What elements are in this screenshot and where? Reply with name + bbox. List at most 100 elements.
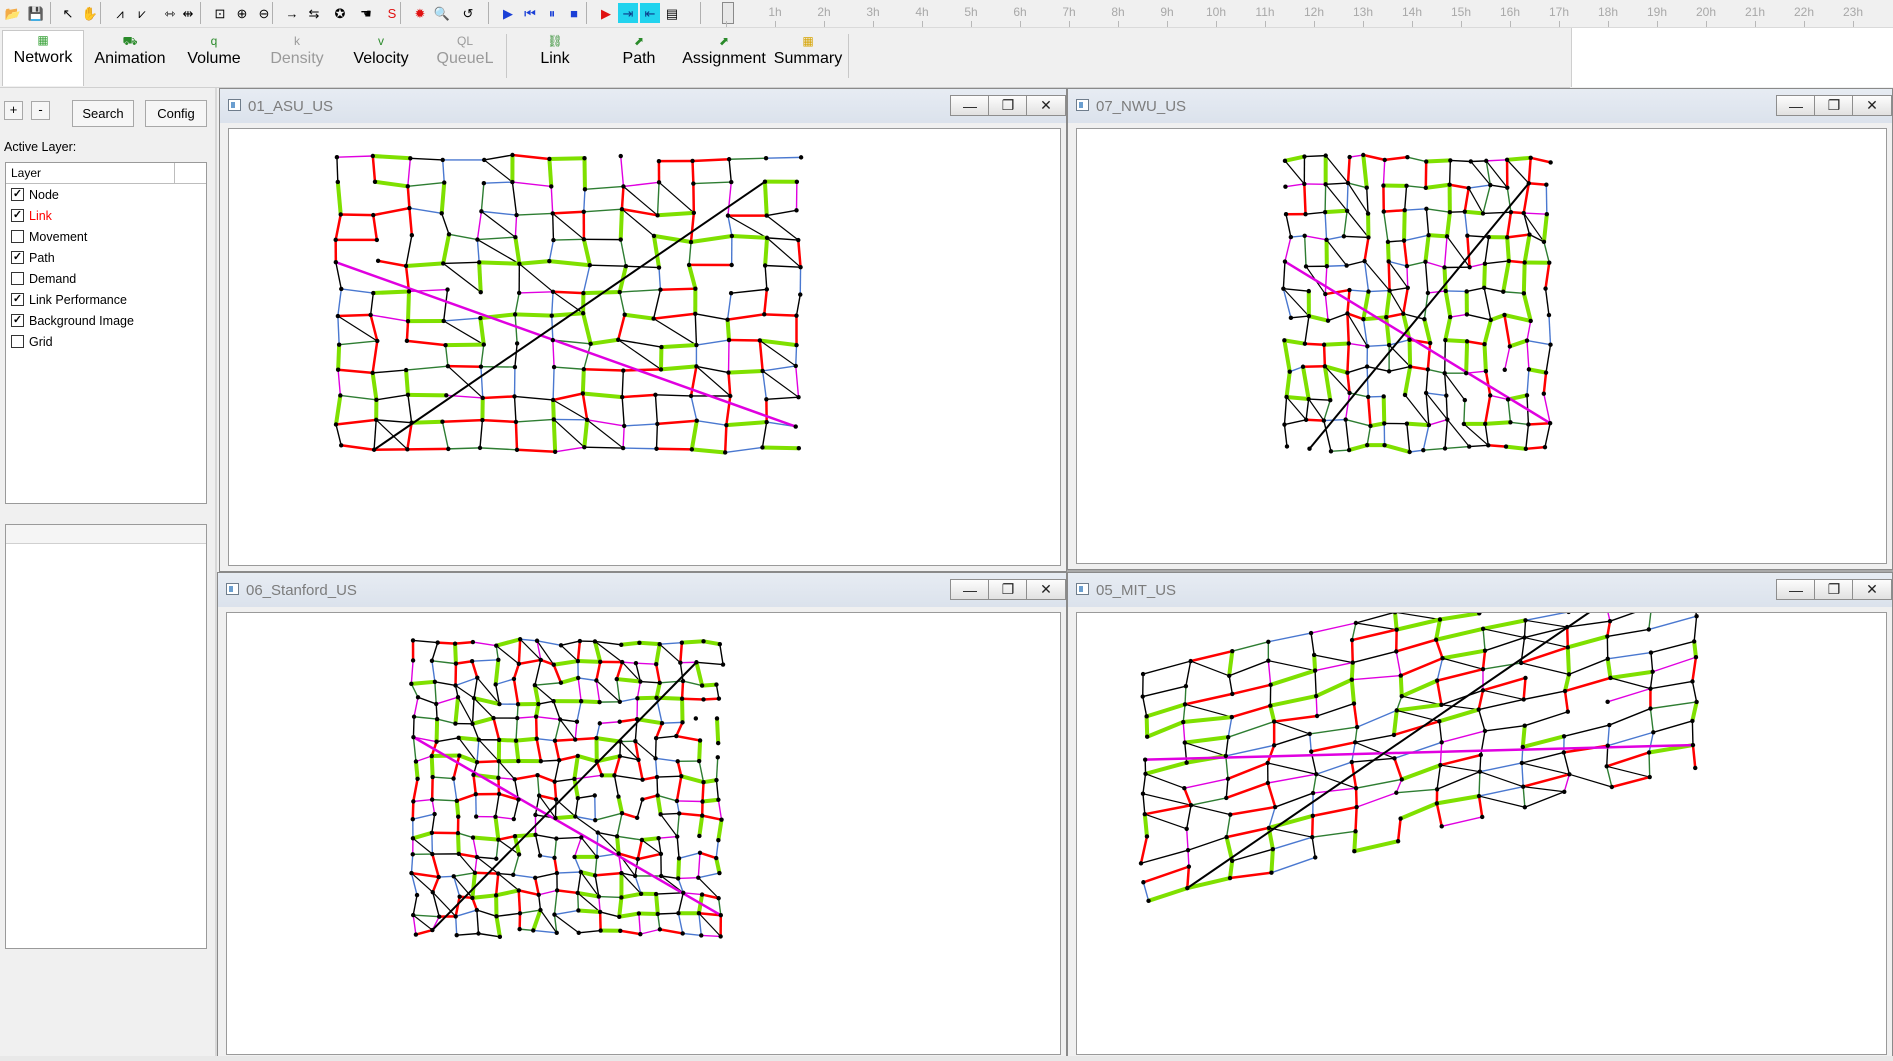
network-node[interactable] <box>1283 212 1289 217</box>
network-link[interactable] <box>1463 187 1470 212</box>
network-link[interactable] <box>336 155 373 158</box>
network-link[interactable] <box>1190 660 1230 677</box>
network-link[interactable] <box>455 659 473 665</box>
network-link[interactable] <box>535 834 557 840</box>
network-node[interactable] <box>764 419 769 425</box>
network-link[interactable] <box>480 366 484 399</box>
network-link[interactable] <box>1569 773 1613 788</box>
timeline-thumb[interactable] <box>722 2 734 24</box>
network-link[interactable] <box>1450 313 1467 318</box>
network-link[interactable] <box>717 898 722 916</box>
network-link[interactable] <box>1463 400 1466 424</box>
network-link[interactable] <box>1436 667 1484 682</box>
network-link[interactable] <box>763 289 769 315</box>
network-node[interactable] <box>1607 722 1612 728</box>
network-node[interactable] <box>1361 317 1366 322</box>
network-link[interactable] <box>474 856 478 873</box>
network-node[interactable] <box>1284 394 1289 400</box>
network-link[interactable] <box>1350 640 1354 663</box>
network-link[interactable] <box>621 891 642 900</box>
network-node[interactable] <box>1288 234 1294 240</box>
network-node[interactable] <box>494 643 499 648</box>
network-link[interactable] <box>623 181 660 188</box>
network-link[interactable] <box>577 677 582 702</box>
network-node[interactable] <box>1229 714 1234 720</box>
network-node[interactable] <box>440 157 445 163</box>
network-node[interactable] <box>638 931 643 937</box>
network-node[interactable] <box>551 698 556 704</box>
network-link[interactable] <box>516 448 556 454</box>
network-node[interactable] <box>1521 291 1527 296</box>
network-link[interactable] <box>1388 365 1411 373</box>
network-link[interactable] <box>1440 753 1482 767</box>
network-node[interactable] <box>1307 731 1312 737</box>
network-node[interactable] <box>552 855 557 861</box>
network-node[interactable] <box>1185 885 1190 891</box>
network-node[interactable] <box>496 657 501 663</box>
network-node[interactable] <box>619 206 625 212</box>
network-node[interactable] <box>1482 728 1488 734</box>
network-link[interactable] <box>1440 764 1480 773</box>
network-link[interactable] <box>432 798 457 802</box>
network-link[interactable] <box>514 292 520 315</box>
network-link[interactable] <box>1436 658 1444 681</box>
network-link[interactable] <box>1468 184 1491 189</box>
network-link[interactable] <box>515 312 552 318</box>
network-node[interactable] <box>514 212 519 218</box>
network-link[interactable] <box>1284 338 1306 346</box>
network-link[interactable] <box>1185 660 1192 687</box>
network-link[interactable] <box>492 717 501 741</box>
network-link[interactable] <box>1144 804 1192 816</box>
network-link[interactable] <box>1478 795 1525 808</box>
network-node[interactable] <box>1650 669 1655 674</box>
network-link[interactable] <box>535 738 543 762</box>
network-node[interactable] <box>512 312 518 317</box>
network-link[interactable] <box>1422 424 1430 451</box>
network-link[interactable] <box>453 643 458 664</box>
network-node[interactable] <box>1138 861 1144 866</box>
network-link[interactable] <box>1564 676 1611 693</box>
network-node[interactable] <box>333 259 339 265</box>
network-node[interactable] <box>409 870 414 876</box>
network-link[interactable] <box>1348 342 1368 348</box>
network-link[interactable] <box>654 394 659 424</box>
network-link[interactable] <box>1484 237 1490 264</box>
network-node[interactable] <box>588 341 593 347</box>
network-node[interactable] <box>453 683 458 688</box>
network-link[interactable] <box>581 238 592 266</box>
network-node[interactable] <box>1314 772 1319 777</box>
network-link[interactable] <box>1351 628 1397 642</box>
network-link[interactable] <box>1400 678 1438 699</box>
network-node[interactable] <box>533 812 538 818</box>
network-node[interactable] <box>676 911 681 916</box>
network-node[interactable] <box>1368 423 1373 429</box>
split-icon[interactable]: ⇿ <box>160 3 180 23</box>
network-link[interactable] <box>1427 368 1445 374</box>
network-link[interactable] <box>725 319 732 341</box>
network-node[interactable] <box>618 237 623 242</box>
network-link[interactable] <box>1484 423 1489 446</box>
network-node[interactable] <box>493 814 498 820</box>
search-button[interactable]: Search <box>72 100 134 127</box>
network-link[interactable] <box>574 774 602 780</box>
subarea-icon[interactable]: S <box>382 3 402 23</box>
network-link[interactable] <box>335 262 342 290</box>
network-node[interactable] <box>1528 318 1533 324</box>
network-link[interactable] <box>1407 156 1427 163</box>
network-link[interactable] <box>1423 447 1446 451</box>
network-link[interactable] <box>373 419 377 450</box>
network-link[interactable] <box>599 911 620 918</box>
network-link[interactable] <box>498 872 514 876</box>
network-link[interactable] <box>336 157 339 182</box>
network-link[interactable] <box>373 206 410 217</box>
network-node[interactable] <box>513 738 519 743</box>
network-link[interactable] <box>1403 366 1413 396</box>
network-link[interactable] <box>574 721 578 740</box>
network-link[interactable] <box>580 837 598 858</box>
network-node[interactable] <box>1564 624 1570 630</box>
layer-checkbox[interactable]: ✓ <box>11 293 24 306</box>
network-link[interactable] <box>654 643 662 665</box>
network-node[interactable] <box>617 699 623 704</box>
network-node[interactable] <box>572 854 577 860</box>
network-link[interactable] <box>697 740 703 762</box>
